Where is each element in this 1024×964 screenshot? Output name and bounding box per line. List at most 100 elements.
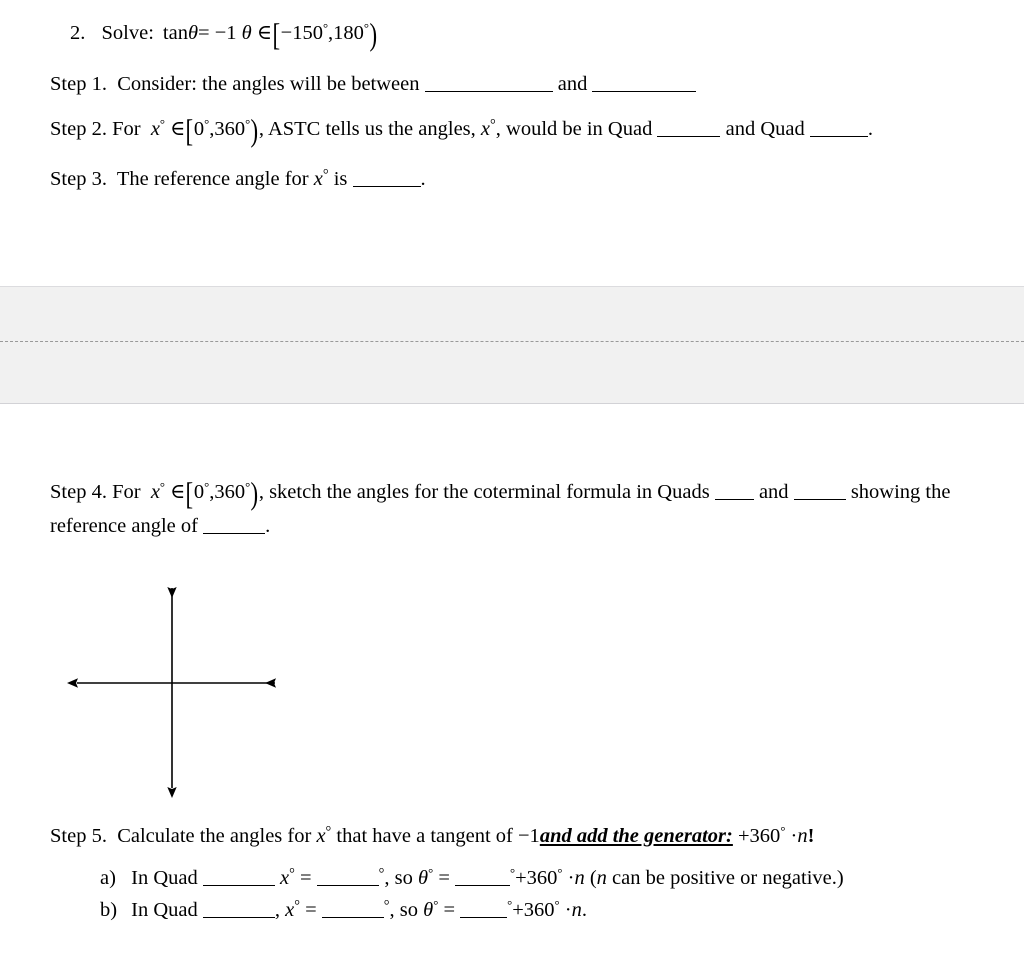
step-1-blank-2[interactable] — [592, 91, 697, 92]
variable-x: x — [279, 867, 290, 890]
variable-x: x — [285, 899, 295, 922]
degree-icon: ° — [325, 824, 332, 840]
answer-b-equals-2: = — [443, 899, 455, 922]
step-2-line: Step 2. For x° ∈[0°,360°), ASTC tells us… — [50, 112, 873, 148]
problem-number: 2. — [70, 22, 86, 44]
variable-n: n — [574, 867, 585, 890]
answer-a-equals-2: = — [438, 867, 450, 890]
answer-row-a: a) In Quad x° = °, so θ° = °+360° ·n (n … — [100, 866, 844, 890]
degree-icon: ° — [557, 866, 563, 881]
section-separator-band — [0, 286, 1024, 404]
degree-icon: ° — [159, 480, 166, 494]
degree-icon: ° — [159, 117, 166, 132]
domain-upper: 180 — [333, 22, 364, 44]
exclamation-mark: ! — [807, 825, 815, 848]
variable-x: x — [313, 168, 323, 191]
variable-x: x — [150, 480, 160, 503]
answer-a-generator: +360 — [515, 867, 558, 890]
degree-icon: ° — [204, 117, 210, 132]
step-4-period: . — [265, 514, 271, 537]
step-4-quad-blank-2[interactable] — [793, 498, 846, 500]
step-1-blank-1[interactable] — [424, 91, 553, 92]
step-4-label: Step 4. — [50, 480, 107, 503]
step-2-text-c: , would be in Quad — [495, 118, 653, 140]
step-2-text-b: , ASTC tells us the angles, — [258, 118, 476, 140]
answer-b-equals-1: = — [305, 899, 317, 922]
degree-icon: ° — [433, 898, 439, 913]
answer-a-label: a) — [100, 867, 116, 890]
step-3-text-a: The reference angle for — [116, 168, 309, 191]
element-of-symbol: ∈ — [170, 118, 186, 140]
range-lower: 0 — [193, 118, 205, 140]
step-1-line: Step 1. Consider: the angles will be bet… — [50, 73, 697, 96]
step-1-conjunction: and — [557, 73, 588, 95]
answer-b-x-blank[interactable] — [321, 917, 384, 919]
step-2-period: . — [867, 118, 873, 140]
degree-icon: ° — [322, 167, 329, 183]
range-lower: 0 — [193, 480, 205, 503]
step-2-label: Step 2. — [50, 118, 107, 140]
answer-a-text-b: , so — [384, 867, 413, 890]
problem-statement: 2. Solve: tanθ= −1 θ ∈[−150°,180°) — [70, 16, 378, 52]
equation-value: = −1 — [198, 22, 237, 44]
answer-a-note: (n can be positive or negative.) — [589, 867, 844, 890]
answer-row-b: b) In Quad , x° = °, so θ° = °+360° ·n. — [100, 898, 587, 922]
answer-b-text: In Quad — [131, 899, 198, 922]
degree-icon: ° — [245, 117, 251, 132]
step-1-text: Consider: the angles will be between — [117, 73, 420, 95]
step-3-blank[interactable] — [352, 186, 421, 188]
degree-icon: ° — [322, 21, 329, 36]
step-4-text-a: For — [112, 480, 141, 503]
range-upper: 360 — [214, 118, 246, 140]
theta-symbol: θ — [423, 899, 434, 922]
variable-n: n — [797, 825, 808, 848]
answer-a-x-blank[interactable] — [316, 885, 379, 887]
variable-n: n — [571, 899, 582, 922]
answer-b-generator: +360 — [512, 899, 555, 922]
step-4-reference-angle-blank[interactable] — [203, 532, 266, 534]
step-2-quad-blank-1[interactable] — [657, 136, 721, 137]
degree-icon: ° — [245, 480, 251, 494]
step-4-line: Step 4. For x° ∈[0°,360°), sketch the an… — [50, 475, 951, 537]
step-4-quad-blank-1[interactable] — [714, 498, 754, 500]
step-1-label: Step 1. — [50, 73, 107, 95]
theta-domain-symbol: θ — [241, 22, 252, 44]
element-of-symbol: ∈ — [170, 480, 186, 503]
answer-a-equals-1: = — [299, 867, 312, 890]
degree-icon: ° — [363, 21, 370, 36]
axes-svg — [67, 587, 276, 798]
degree-icon: ° — [294, 898, 300, 914]
step-3-label: Step 3. — [50, 168, 107, 191]
dashed-divider — [0, 341, 1024, 342]
answer-b-label: b) — [100, 899, 118, 922]
degree-icon: ° — [554, 898, 560, 913]
degree-icon: ° — [204, 480, 210, 494]
step-2-text-a: For — [112, 118, 141, 140]
step-5-line: Step 5. Calculate the angles for x° that… — [50, 824, 814, 848]
cartesian-axes-sketch — [55, 570, 300, 815]
theta-symbol: θ — [418, 867, 429, 890]
answer-b-quad-blank[interactable] — [202, 917, 275, 919]
step-4-text-d: reference angle of — [50, 514, 198, 537]
domain-lower: −150 — [280, 22, 323, 44]
multiplication-dot-icon: · — [564, 899, 572, 922]
theta-symbol: θ — [187, 22, 199, 44]
step-2-conjunction: and Quad — [725, 118, 805, 140]
answer-b-comma: , — [274, 899, 280, 922]
answer-a-text: In Quad — [131, 867, 198, 890]
element-of-symbol: ∈ — [256, 22, 273, 44]
answer-a-theta-blank[interactable] — [455, 885, 510, 887]
answer-a-quad-blank[interactable] — [202, 885, 275, 887]
answer-b-theta-blank[interactable] — [460, 917, 508, 919]
tan-function: tan — [162, 22, 188, 44]
variable-x: x — [480, 118, 491, 140]
degree-icon: ° — [289, 866, 295, 882]
variable-x: x — [316, 825, 326, 848]
range-upper: 360 — [214, 480, 246, 503]
variable-x: x — [150, 118, 160, 140]
answer-b-period: . — [581, 899, 587, 922]
degree-icon: ° — [428, 866, 434, 881]
step-4-text-b: , sketch the angles for the coterminal f… — [258, 480, 710, 503]
step-5-text-a: Calculate the angles for — [117, 825, 312, 848]
step-2-quad-blank-2[interactable] — [809, 136, 868, 137]
